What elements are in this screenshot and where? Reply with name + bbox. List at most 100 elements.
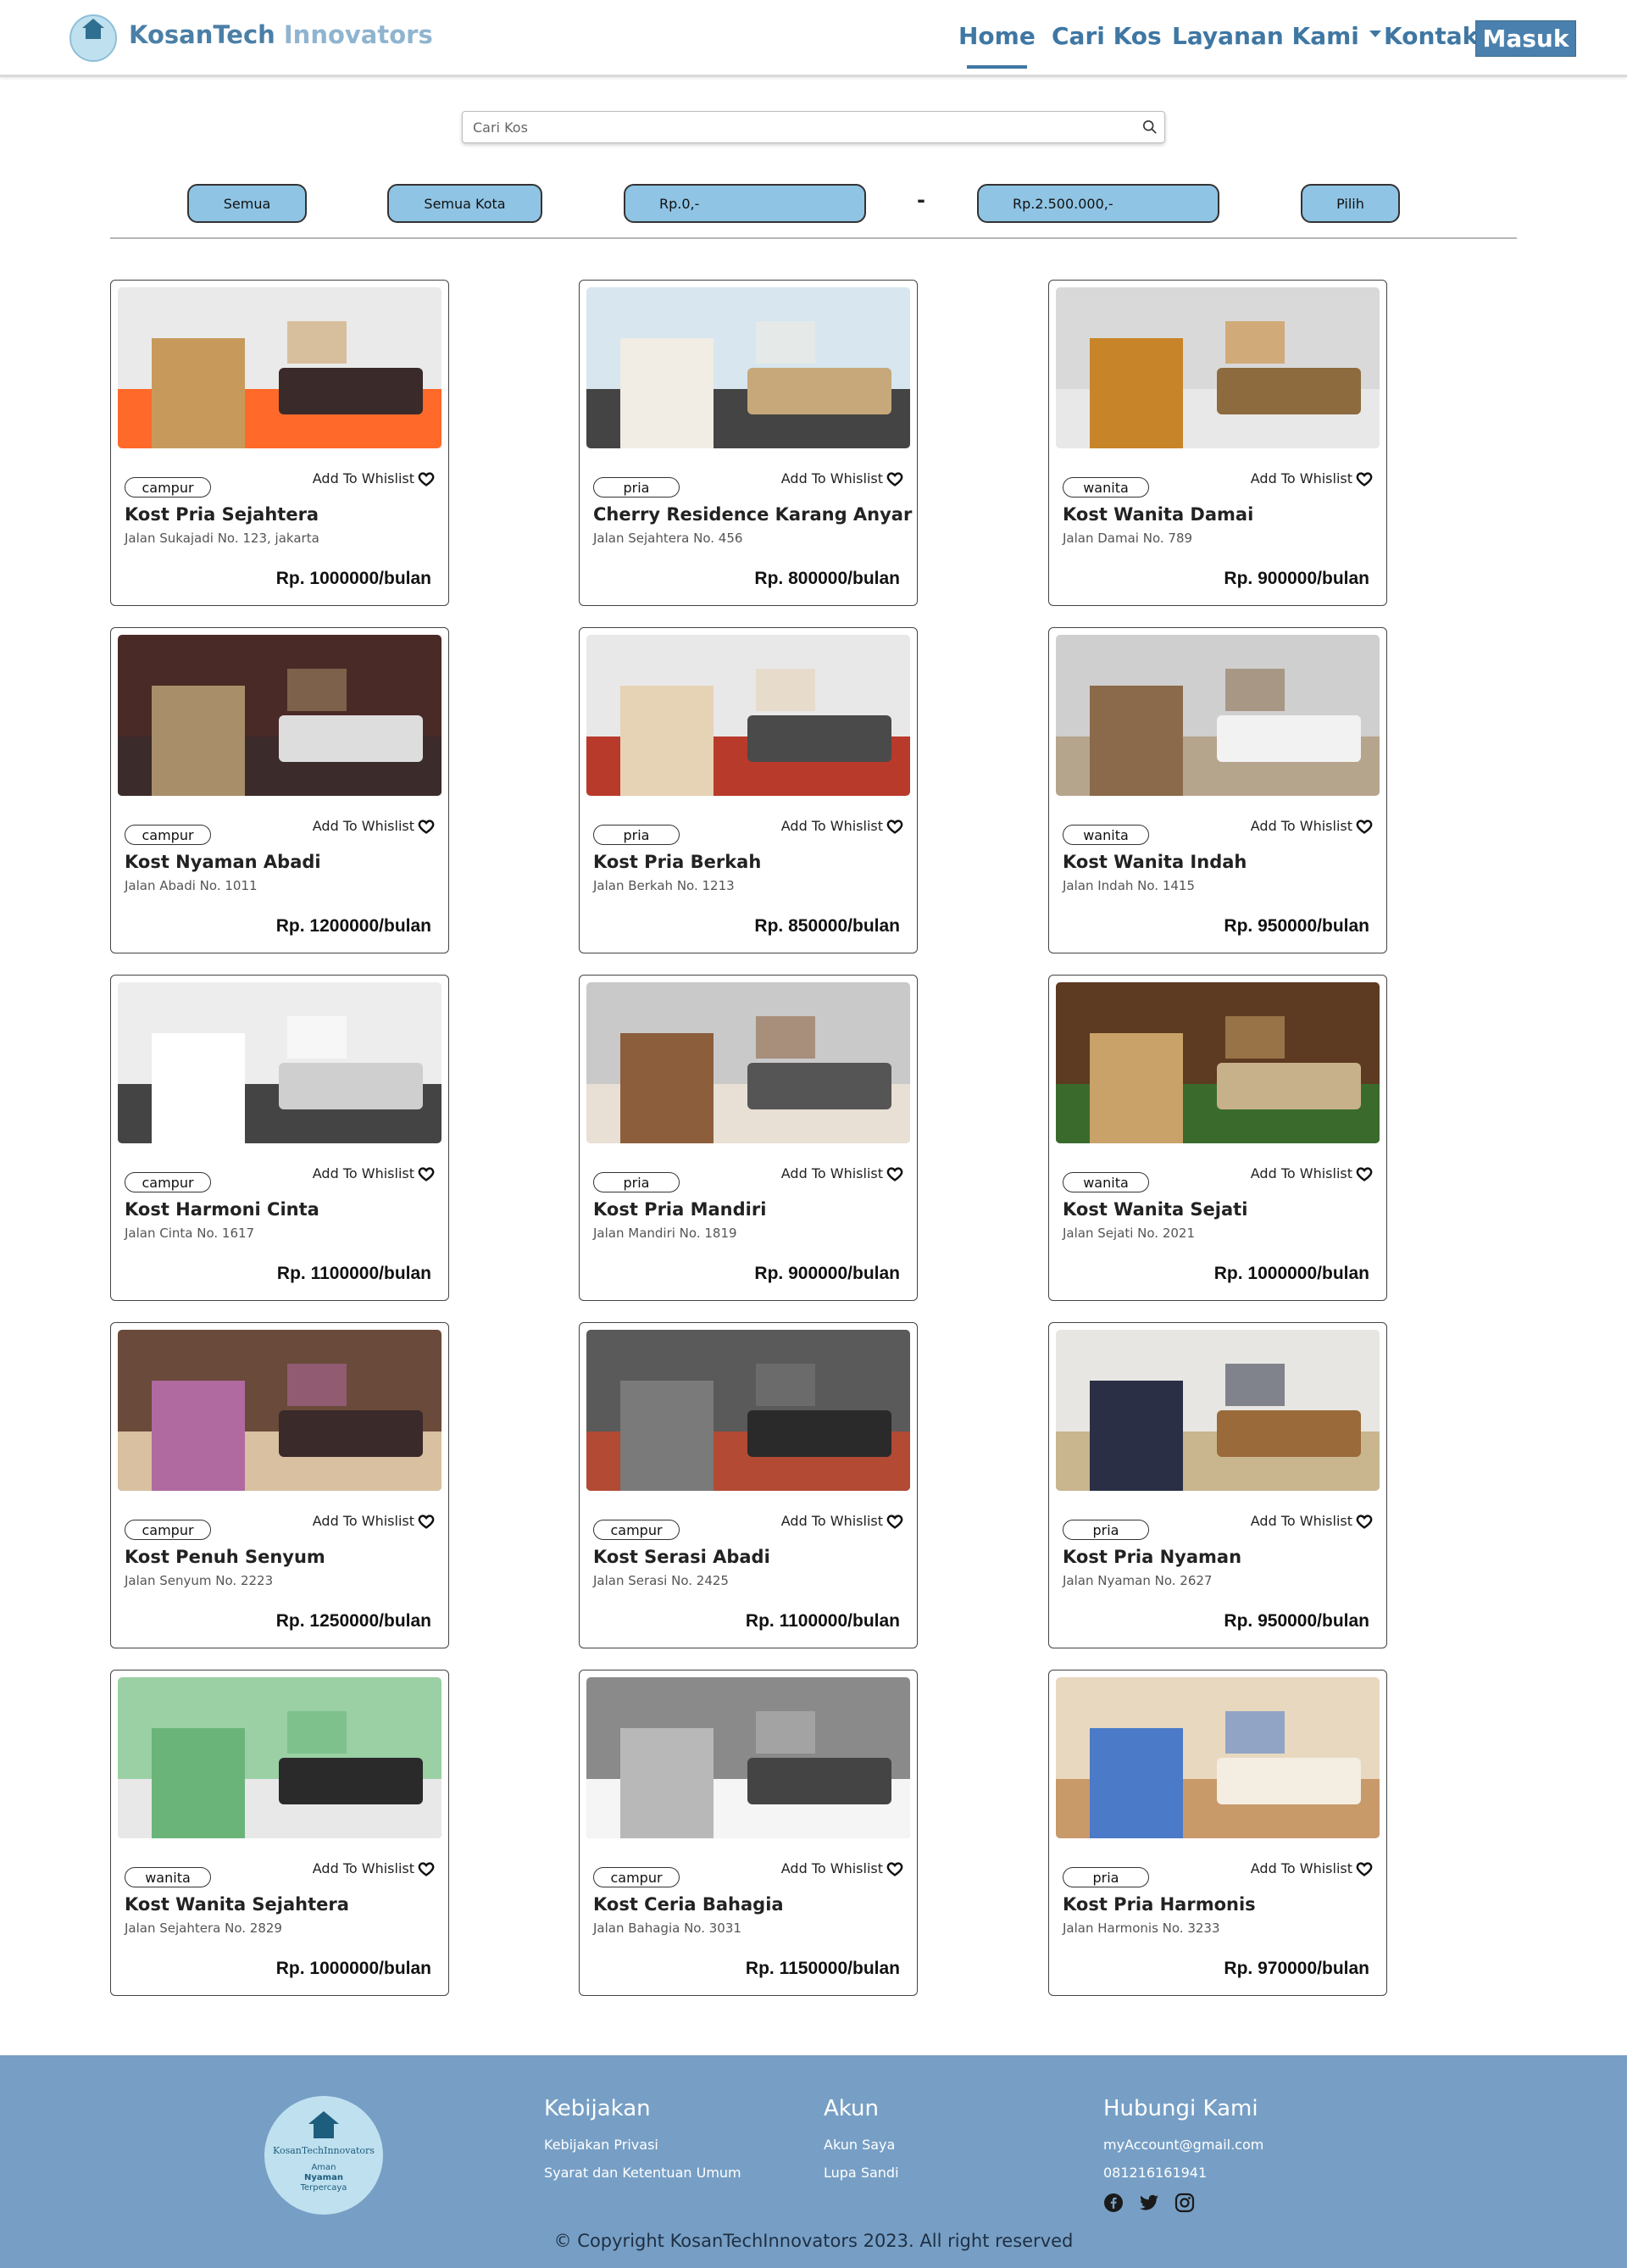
listing-title[interactable]: Kost Ceria Bahagia: [593, 1894, 784, 1915]
heart-icon: [886, 1861, 903, 1876]
listing-title[interactable]: Kost Wanita Damai: [1063, 504, 1253, 525]
listing-title[interactable]: Kost Pria Harmonis: [1063, 1894, 1256, 1915]
add-to-wishlist-button[interactable]: Add To Whislist: [781, 1165, 903, 1181]
logo-tag-aman: Aman: [311, 2162, 336, 2172]
filter-submit-button[interactable]: Pilih: [1301, 184, 1400, 223]
listing-card[interactable]: campur Add To Whislist Kost Harmoni Cinta J…: [110, 975, 449, 1301]
search-input[interactable]: [473, 112, 1117, 142]
add-to-wishlist-button[interactable]: Add To Whislist: [1251, 470, 1373, 486]
nav-cari-kos[interactable]: Cari Kos: [1052, 22, 1162, 50]
heart-icon: [1356, 1166, 1373, 1181]
listing-title[interactable]: Kost Wanita Sejahtera: [125, 1894, 349, 1915]
link-syarat-ketentuan[interactable]: Syarat dan Ketentuan Umum: [544, 2165, 741, 2181]
listing-photo[interactable]: [118, 1330, 441, 1491]
add-to-wishlist-button[interactable]: Add To Whislist: [1251, 1513, 1373, 1529]
nav-home[interactable]: Home: [958, 22, 1036, 69]
heart-icon: [1356, 1514, 1373, 1529]
listing-title[interactable]: Kost Harmoni Cinta: [125, 1199, 319, 1220]
listing-title[interactable]: Kost Pria Sejahtera: [125, 504, 319, 525]
listing-card[interactable]: wanita Add To Whislist Kost Wanita Indah Ja…: [1048, 627, 1387, 953]
wishlist-label: Add To Whislist: [1250, 818, 1352, 834]
filter-type-select[interactable]: Semua: [187, 184, 307, 223]
link-akun-saya[interactable]: Akun Saya: [824, 2137, 899, 2153]
add-to-wishlist-button[interactable]: Add To Whislist: [781, 1513, 903, 1529]
nav-kontak[interactable]: Kontak: [1384, 22, 1478, 50]
listing-title[interactable]: Kost Penuh Senyum: [125, 1547, 325, 1567]
listing-title[interactable]: Kost Pria Berkah: [593, 852, 761, 872]
heart-icon: [418, 819, 435, 834]
price-range-separator: -: [917, 188, 925, 212]
login-button[interactable]: Masuk: [1475, 20, 1576, 57]
brand-logo[interactable]: [69, 14, 117, 62]
filter-price-max-input[interactable]: Rp.2.500.000,-: [977, 184, 1219, 223]
listing-card[interactable]: wanita Add To Whislist Kost Wanita Damai Ja…: [1048, 280, 1387, 606]
listing-address: Jalan Damai No. 789: [1063, 531, 1193, 546]
wishlist-label: Add To Whislist: [1250, 1860, 1352, 1876]
listing-card[interactable]: pria Add To Whislist Cherry Residence Kara…: [579, 280, 918, 606]
listing-card[interactable]: pria Add To Whislist Kost Pria Harmonis Jal…: [1048, 1670, 1387, 1996]
brand-name[interactable]: KosanTech Innovators: [129, 20, 433, 49]
listing-photo[interactable]: [118, 982, 441, 1143]
twitter-icon[interactable]: [1139, 2193, 1159, 2213]
nav-layanan-dropdown[interactable]: Layanan Kami: [1172, 22, 1381, 50]
add-to-wishlist-button[interactable]: Add To Whislist: [1251, 1165, 1373, 1181]
add-to-wishlist-button[interactable]: Add To Whislist: [313, 1860, 435, 1876]
instagram-icon[interactable]: [1174, 2193, 1195, 2213]
search-icon[interactable]: [1142, 120, 1158, 135]
listing-card[interactable]: campur Add To Whislist Kost Serasi Abadi Ja…: [579, 1322, 918, 1648]
listing-title[interactable]: Kost Wanita Sejati: [1063, 1199, 1247, 1220]
listing-photo[interactable]: [118, 635, 441, 796]
listing-card[interactable]: campur Add To Whislist Kost Penuh Senyum Ja…: [110, 1322, 449, 1648]
listing-title[interactable]: Cherry Residence Karang Anyar: [593, 504, 912, 525]
listing-photo[interactable]: [1056, 982, 1380, 1143]
listing-photo[interactable]: [586, 1677, 910, 1838]
listing-photo[interactable]: [118, 1677, 441, 1838]
listing-card[interactable]: campur Add To Whislist Kost Ceria Bahagia J…: [579, 1670, 918, 1996]
listing-card[interactable]: pria Add To Whislist Kost Pria Nyaman Jalan…: [1048, 1322, 1387, 1648]
listing-title[interactable]: Kost Pria Mandiri: [593, 1199, 766, 1220]
add-to-wishlist-button[interactable]: Add To Whislist: [313, 1165, 435, 1181]
listing-title[interactable]: Kost Wanita Indah: [1063, 852, 1247, 872]
listing-photo[interactable]: [586, 982, 910, 1143]
copyright-text: © Copyright KosanTechInnovators 2023. Al…: [553, 2231, 1074, 2251]
contact-phone[interactable]: 081216161941: [1103, 2165, 1263, 2181]
listing-title[interactable]: Kost Nyaman Abadi: [125, 852, 321, 872]
add-to-wishlist-button[interactable]: Add To Whislist: [313, 1513, 435, 1529]
wishlist-label: Add To Whislist: [312, 1513, 414, 1529]
listing-photo[interactable]: [1056, 1330, 1380, 1491]
add-to-wishlist-button[interactable]: Add To Whislist: [781, 470, 903, 486]
listing-card[interactable]: campur Add To Whislist Kost Nyaman Abadi Ja…: [110, 627, 449, 953]
listing-photo[interactable]: [586, 635, 910, 796]
listing-price: Rp. 970000/bulan: [1224, 1959, 1369, 1978]
heart-icon: [886, 471, 903, 486]
listing-photo[interactable]: [1056, 1677, 1380, 1838]
add-to-wishlist-button[interactable]: Add To Whislist: [1251, 818, 1373, 834]
listing-photo[interactable]: [1056, 287, 1380, 448]
listing-title[interactable]: Kost Pria Nyaman: [1063, 1547, 1241, 1567]
filter-price-min-input[interactable]: Rp.0,-: [624, 184, 866, 223]
contact-email[interactable]: myAccount@gmail.com: [1103, 2137, 1263, 2153]
link-kebijakan-privasi[interactable]: Kebijakan Privasi: [544, 2137, 741, 2153]
listing-card[interactable]: pria Add To Whislist Kost Pria Berkah Jalan…: [579, 627, 918, 953]
add-to-wishlist-button[interactable]: Add To Whislist: [313, 818, 435, 834]
listing-photo[interactable]: [118, 287, 441, 448]
heart-icon: [886, 1166, 903, 1181]
listing-card[interactable]: pria Add To Whislist Kost Pria Mandiri Jala…: [579, 975, 918, 1301]
add-to-wishlist-button[interactable]: Add To Whislist: [313, 470, 435, 486]
add-to-wishlist-button[interactable]: Add To Whislist: [781, 818, 903, 834]
filter-city-select[interactable]: Semua Kota: [387, 184, 542, 223]
listing-title[interactable]: Kost Serasi Abadi: [593, 1547, 770, 1567]
wishlist-label: Add To Whislist: [312, 470, 414, 486]
listing-category-badge: campur: [593, 1867, 680, 1887]
footer-hubungi-title: Hubungi Kami: [1103, 2096, 1258, 2121]
facebook-icon[interactable]: [1103, 2193, 1124, 2213]
listing-card[interactable]: campur Add To Whislist Kost Pria Sejahtera…: [110, 280, 449, 606]
listing-photo[interactable]: [586, 287, 910, 448]
listing-card[interactable]: wanita Add To Whislist Kost Wanita Sejahte…: [110, 1670, 449, 1996]
add-to-wishlist-button[interactable]: Add To Whislist: [1251, 1860, 1373, 1876]
link-lupa-sandi[interactable]: Lupa Sandi: [824, 2165, 899, 2181]
listing-photo[interactable]: [1056, 635, 1380, 796]
listing-card[interactable]: wanita Add To Whislist Kost Wanita Sejati J…: [1048, 975, 1387, 1301]
add-to-wishlist-button[interactable]: Add To Whislist: [781, 1860, 903, 1876]
listing-photo[interactable]: [586, 1330, 910, 1491]
